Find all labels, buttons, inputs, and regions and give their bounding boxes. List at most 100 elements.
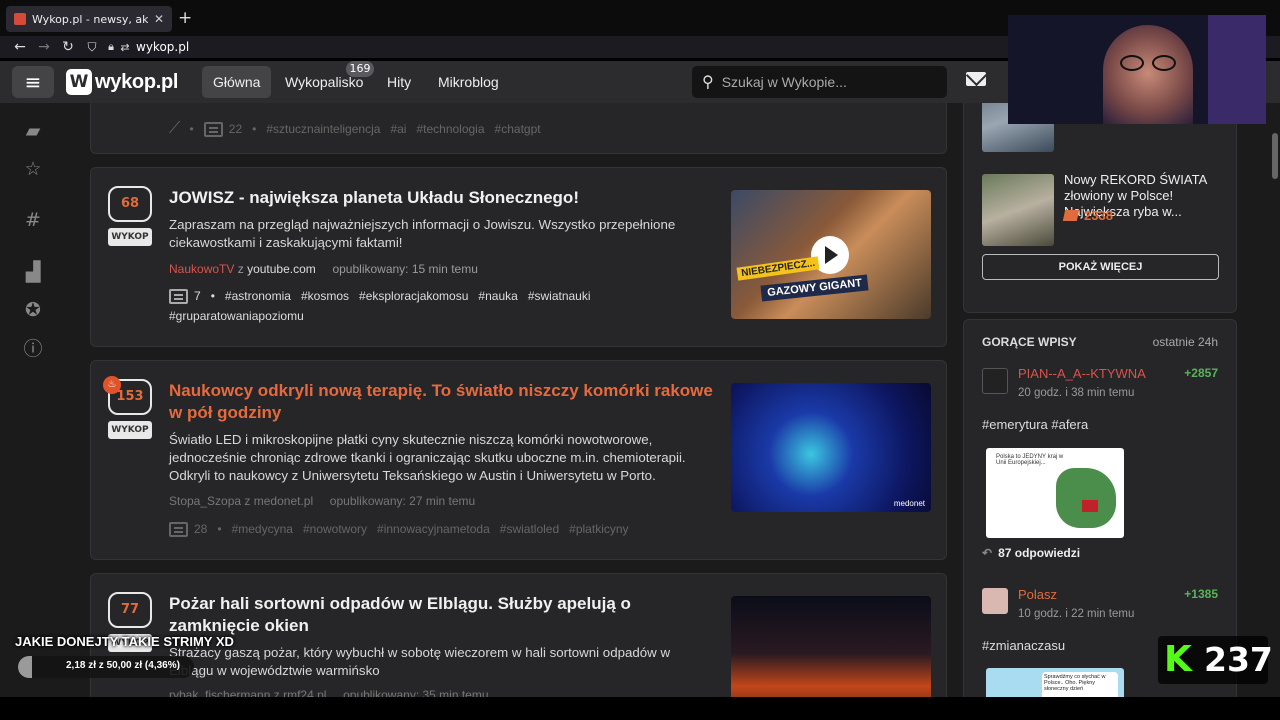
tag[interactable]: #swiatnauki xyxy=(528,289,591,303)
award-icon[interactable]: ✪ xyxy=(20,297,46,323)
post-source[interactable]: rmf24.pl xyxy=(283,688,326,697)
tag[interactable]: #platkicyny xyxy=(569,522,628,536)
search-placeholder: Szukaj w Wykopie... xyxy=(721,74,847,90)
entry-username[interactable]: Polasz xyxy=(1018,587,1057,602)
avatar[interactable] xyxy=(982,368,1008,394)
show-more-button[interactable]: POKAŻ WIĘCEJ xyxy=(982,254,1219,280)
scrollbar-thumb[interactable] xyxy=(1272,133,1278,179)
entry-image[interactable]: Polska to JEDYNY kraj w Unii Europejskie… xyxy=(986,448,1124,538)
hot-entries-title: GORĄCE WPISY xyxy=(982,335,1077,349)
post-author[interactable]: Stopa_Szopa xyxy=(169,494,241,508)
hashtag-icon[interactable]: # xyxy=(20,207,46,233)
permissions-icon[interactable]: ⇄ xyxy=(118,41,132,54)
tag[interactable]: #ai xyxy=(390,122,406,136)
address-bar[interactable]: wykop.pl xyxy=(136,40,189,54)
search-input[interactable]: ⚲ Szukaj w Wykopie... xyxy=(692,66,947,98)
tag[interactable]: #gruparatowaniapoziomu xyxy=(169,309,304,323)
thumb-caption: NIEBEZPIECZ... xyxy=(736,256,820,281)
comments-count[interactable]: 28 xyxy=(194,522,207,536)
entry-tags[interactable]: #zmianaczasu xyxy=(982,638,1065,653)
back-icon[interactable]: ← xyxy=(8,39,32,55)
post-title[interactable]: Naukowcy odkryli nową terapię. To światł… xyxy=(169,380,719,424)
lock-icon[interactable]: 🔒︎ xyxy=(104,40,118,54)
menu-icon[interactable]: ≡ xyxy=(12,66,54,98)
page-scrollbar[interactable] xyxy=(1270,103,1280,697)
viewer-count: 237 xyxy=(1204,640,1273,679)
glasses-icon xyxy=(1120,55,1144,71)
star-icon[interactable]: ☆ xyxy=(20,156,46,182)
comments-count[interactable]: 7 xyxy=(194,289,201,303)
points-icon xyxy=(1062,210,1080,221)
post-author[interactable]: rybak_fischermann xyxy=(169,688,270,697)
tag[interactable]: #nowotwory xyxy=(303,522,367,536)
tag[interactable]: #sztucznainteligencja xyxy=(266,122,380,136)
entry-image-text: Sprawdźmy co słychać w Polsce.. Oho. Pię… xyxy=(1042,672,1118,697)
avatar[interactable] xyxy=(982,588,1008,614)
comments-icon[interactable] xyxy=(203,122,223,138)
tag[interactable]: #kosmos xyxy=(301,289,349,303)
post-author[interactable]: NaukowoTV xyxy=(169,262,234,276)
points-value: 2338 xyxy=(1084,208,1113,223)
logo-text: wykop.pl xyxy=(95,70,179,93)
reload-icon[interactable]: ↻ xyxy=(56,39,80,55)
entry-username[interactable]: PIAN--A_A--KTYWNA xyxy=(1018,366,1146,381)
left-rail: ▰ ☆ # ▟ ✪ ⓘ xyxy=(0,103,62,697)
post-thumbnail[interactable] xyxy=(731,596,931,697)
post-description: Światło LED i mikroskopijne płatki cyny … xyxy=(169,432,686,483)
post-thumbnail[interactable]: medonet xyxy=(731,383,931,512)
hot-entries-range[interactable]: ostatnie 24h xyxy=(1153,335,1218,349)
tag[interactable]: #nauka xyxy=(478,289,517,303)
entry-replies[interactable]: ↶ 87 odpowiedzi xyxy=(982,546,1080,560)
tag[interactable]: #astronomia xyxy=(225,289,291,303)
nav-mikroblog[interactable]: Mikroblog xyxy=(427,66,510,98)
wykop-button[interactable]: WYKOP xyxy=(108,228,152,246)
post-meta: Stopa_Szopa z medonet.pl opublikowany: 2… xyxy=(169,494,475,508)
related-icon[interactable]: ⟋ xyxy=(169,120,180,137)
tag[interactable]: #technologia xyxy=(416,122,484,136)
post-title[interactable]: JOWISZ - największa planeta Układu Słone… xyxy=(169,187,709,209)
goal-title: JAKIE DONEJTY TAKIE STRIMY XD xyxy=(15,634,234,649)
messages-icon[interactable] xyxy=(966,72,986,86)
tag[interactable]: #chatgpt xyxy=(495,122,541,136)
kick-logo-icon: K xyxy=(1164,639,1192,680)
separator: • xyxy=(189,122,201,136)
ranking-icon[interactable]: ▟ xyxy=(20,259,46,285)
comments-icon[interactable] xyxy=(169,289,188,305)
donation-goal: JAKIE DONEJTY TAKIE STRIMY XD 2,18 zł z … xyxy=(12,632,272,680)
entry-image-text: Polska to JEDYNY kraj w Unii Europejskie… xyxy=(996,454,1064,466)
comments-icon[interactable] xyxy=(169,522,188,538)
post-meta: rybak_fischermann z rmf24.pl opublikowan… xyxy=(169,688,489,697)
wykopalisko-count-badge: 169 xyxy=(346,61,374,77)
wykop-home-icon[interactable]: ▰ xyxy=(20,118,46,144)
post-source[interactable]: youtube.com xyxy=(247,262,316,276)
site-logo[interactable]: W wykop.pl xyxy=(66,67,178,97)
shield-icon[interactable]: ⛉ xyxy=(80,40,104,55)
entry-image[interactable]: Sprawdźmy co słychać w Polsce.. Oho. Pię… xyxy=(986,668,1124,697)
entry-plus[interactable]: +1385 xyxy=(1184,587,1218,601)
post-card: ♨ 153 WYKOP Naukowcy odkryli nową terapi… xyxy=(90,360,947,560)
tag[interactable]: #medycyna xyxy=(232,522,293,536)
tag[interactable]: #swiatloled xyxy=(500,522,559,536)
post-title[interactable]: Pożar hali sortowni odpadów w Elblągu. S… xyxy=(169,593,719,637)
post-source[interactable]: medonet.pl xyxy=(254,494,313,508)
top-link-thumbnail[interactable] xyxy=(982,174,1054,246)
forward-icon[interactable]: → xyxy=(32,39,56,55)
entry-tags[interactable]: #emerytura #afera xyxy=(982,417,1088,432)
goal-value: 2,18 zł z 50,00 zł (4,36%) xyxy=(66,660,180,671)
browser-tab[interactable]: Wykop.pl - newsy, aktualności, g ✕ xyxy=(6,6,172,32)
comments-count[interactable]: 22 xyxy=(229,122,242,136)
post-published: opublikowany: 35 min temu xyxy=(343,688,489,697)
tag[interactable]: #innowacyjnametoda xyxy=(377,522,490,536)
nav-hity[interactable]: Hity xyxy=(376,66,422,98)
tag[interactable]: #eksploracjakomosu xyxy=(359,289,468,303)
wykop-button[interactable]: WYKOP xyxy=(108,421,152,439)
glasses-icon xyxy=(1152,55,1176,71)
tab-close-icon[interactable]: ✕ xyxy=(154,12,164,26)
entry-plus[interactable]: +2857 xyxy=(1184,366,1218,380)
post-thumbnail[interactable]: NIEBEZPIECZ... GAZOWY GIGANT xyxy=(731,190,931,319)
reply-icon: ↶ xyxy=(982,546,993,560)
from-label: z xyxy=(237,262,244,276)
new-tab-button[interactable]: + xyxy=(178,8,192,28)
help-icon[interactable]: ⓘ xyxy=(20,336,46,362)
nav-glowna[interactable]: Główna xyxy=(202,66,272,98)
